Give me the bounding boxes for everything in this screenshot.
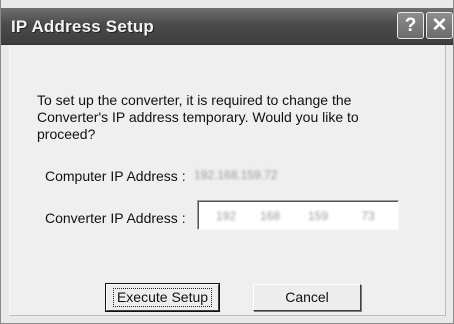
converter-ip-label: Converter IP Address : bbox=[45, 210, 186, 226]
computer-ip-label: Computer IP Address : bbox=[45, 168, 186, 184]
execute-setup-label: Execute Setup bbox=[112, 288, 213, 307]
setup-message: To set up the converter, it is required … bbox=[37, 92, 359, 142]
cancel-button[interactable]: Cancel bbox=[253, 284, 361, 311]
converter-ip-field[interactable]: 192 168 159 73 bbox=[197, 200, 399, 230]
window-title: IP Address Setup bbox=[11, 17, 155, 36]
converter-ip-octet-3[interactable]: 159 bbox=[303, 209, 333, 223]
help-button[interactable]: ? bbox=[397, 12, 424, 39]
ip-address-setup-dialog: IP Address Setup ? ✕ To set up the conve… bbox=[0, 0, 454, 324]
execute-setup-button[interactable]: Execute Setup bbox=[105, 283, 220, 312]
converter-ip-octet-1[interactable]: 192 bbox=[211, 209, 241, 223]
close-button[interactable]: ✕ bbox=[426, 12, 453, 39]
converter-ip-octet-4[interactable]: 73 bbox=[353, 209, 383, 223]
help-icon: ? bbox=[404, 15, 417, 36]
cancel-label: Cancel bbox=[285, 289, 329, 305]
close-icon: ✕ bbox=[431, 15, 448, 36]
computer-ip-value: 192.168.159.72 bbox=[194, 168, 278, 182]
converter-ip-octet-2[interactable]: 168 bbox=[255, 209, 285, 223]
title-bar[interactable]: IP Address Setup ? ✕ bbox=[1, 8, 453, 45]
